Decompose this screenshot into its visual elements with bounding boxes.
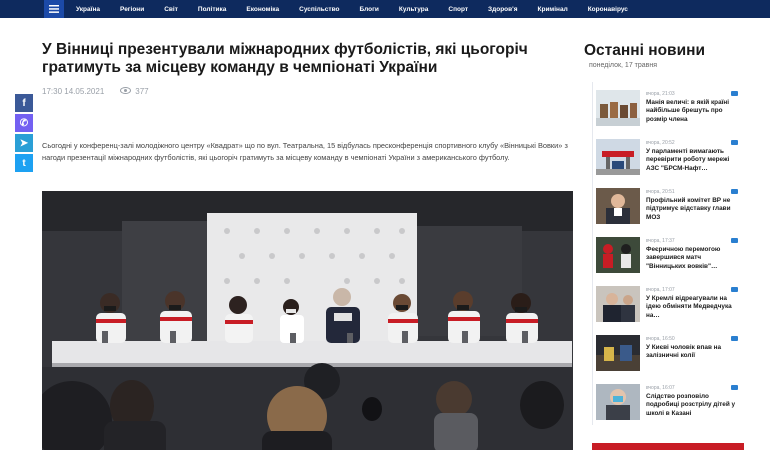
viber-icon[interactable]: ✆ xyxy=(15,114,33,132)
nav-item[interactable]: Блоги xyxy=(349,6,388,13)
news-thumbnail[interactable] xyxy=(596,188,640,224)
nav-item[interactable]: Світ xyxy=(154,6,188,13)
news-time: вчора, 20:51 xyxy=(646,189,675,195)
news-thumbnail[interactable] xyxy=(596,286,640,322)
twitter-icon[interactable]: t xyxy=(15,154,33,172)
news-thumbnail[interactable] xyxy=(596,384,640,420)
news-item[interactable]: вчора, 16:07 Слідство розповіло подробиці… xyxy=(593,376,744,425)
sidebar-title: Останні новини xyxy=(584,42,706,59)
news-item[interactable]: вчора, 17:37 Феєричною перемогою завершив… xyxy=(593,229,744,278)
news-title[interactable]: Профільний комітет ВР не підтримує відст… xyxy=(646,197,740,222)
news-time: вчора, 20:52 xyxy=(646,140,675,146)
nav-item[interactable]: Здоров'я xyxy=(478,6,527,13)
camera-icon xyxy=(731,336,738,341)
view-count: 377 xyxy=(135,87,149,96)
news-time: вчора, 17:37 xyxy=(646,238,675,244)
news-title[interactable]: У парламенті вимагають перевірити роботу… xyxy=(646,148,740,173)
telegram-icon[interactable]: ➤ xyxy=(15,134,33,152)
news-title[interactable]: Манія величі: в якій країні найбільше бр… xyxy=(646,99,740,124)
news-time: вчора, 21:03 xyxy=(646,91,675,97)
news-item[interactable]: вчора, 17:07 У Кремлі відреагували на іде… xyxy=(593,278,744,327)
camera-icon xyxy=(731,287,738,292)
news-thumbnail[interactable] xyxy=(596,139,640,175)
camera-icon xyxy=(731,91,738,96)
article-lead: Сьогодні у конференц-залі молодіжного це… xyxy=(42,141,568,163)
nav-item[interactable]: Економіка xyxy=(236,6,289,13)
nav-item[interactable]: Спорт xyxy=(438,6,478,13)
news-time: вчора, 17:07 xyxy=(646,287,675,293)
news-title[interactable]: Феєричною перемогою завершився матч "Він… xyxy=(646,246,740,271)
news-thumbnail[interactable] xyxy=(596,335,640,371)
article-photo xyxy=(42,191,573,450)
nav-item[interactable]: Культура xyxy=(389,6,439,13)
news-title[interactable]: У Києві чоловік впав на залізничні колії xyxy=(646,344,740,361)
nav-item[interactable]: Україна xyxy=(66,6,110,13)
news-time: вчора, 16:50 xyxy=(646,336,675,342)
nav-item[interactable]: Кримінал xyxy=(528,6,578,13)
nav-item[interactable]: Суспільство xyxy=(289,6,349,13)
top-navigation: Україна Регіони Світ Політика Економіка Суспі… xyxy=(0,0,770,18)
article-title: У Вінниці презентували міжнародних футбо… xyxy=(42,41,528,76)
camera-icon xyxy=(731,238,738,243)
sidebar-date: понеділок, 17 травня xyxy=(589,62,658,69)
nav-item[interactable]: Політика xyxy=(188,6,236,13)
nav-menu: Україна Регіони Світ Політика Економіка Суспі… xyxy=(66,0,638,18)
news-time: вчора, 16:07 xyxy=(646,385,675,391)
article-datetime: 17:30 14.05.2021 xyxy=(42,87,105,96)
promo-banner[interactable] xyxy=(592,443,744,450)
news-item[interactable]: вчора, 20:51 Профільний комітет ВР не під… xyxy=(593,180,744,229)
share-buttons: f ✆ ➤ t xyxy=(15,94,33,174)
camera-icon xyxy=(731,189,738,194)
news-title[interactable]: У Кремлі відреагували на ідею обміняти М… xyxy=(646,295,740,320)
eye-icon xyxy=(120,87,132,96)
nav-item[interactable]: Коронавірус xyxy=(578,6,638,13)
camera-icon xyxy=(731,140,738,145)
facebook-icon[interactable]: f xyxy=(15,94,33,112)
news-item[interactable]: вчора, 21:03 Манія величі: в якій країні … xyxy=(593,82,744,131)
camera-icon xyxy=(731,385,738,390)
news-item[interactable]: вчора, 20:52 У парламенті вимагають перев… xyxy=(593,131,744,180)
news-thumbnail[interactable] xyxy=(596,237,640,273)
news-title[interactable]: Слідство розповіло подробиці розстрілу д… xyxy=(646,393,740,418)
menu-icon[interactable] xyxy=(44,0,64,18)
news-item[interactable]: вчора, 16:50 У Києві чоловік впав на залі… xyxy=(593,327,744,376)
nav-item[interactable]: Регіони xyxy=(110,6,154,13)
latest-news-list: вчора, 21:03 Манія величі: в якій країні … xyxy=(592,82,744,425)
news-thumbnail[interactable] xyxy=(596,90,640,126)
article-meta: 17:30 14.05.2021 377 xyxy=(42,87,149,96)
